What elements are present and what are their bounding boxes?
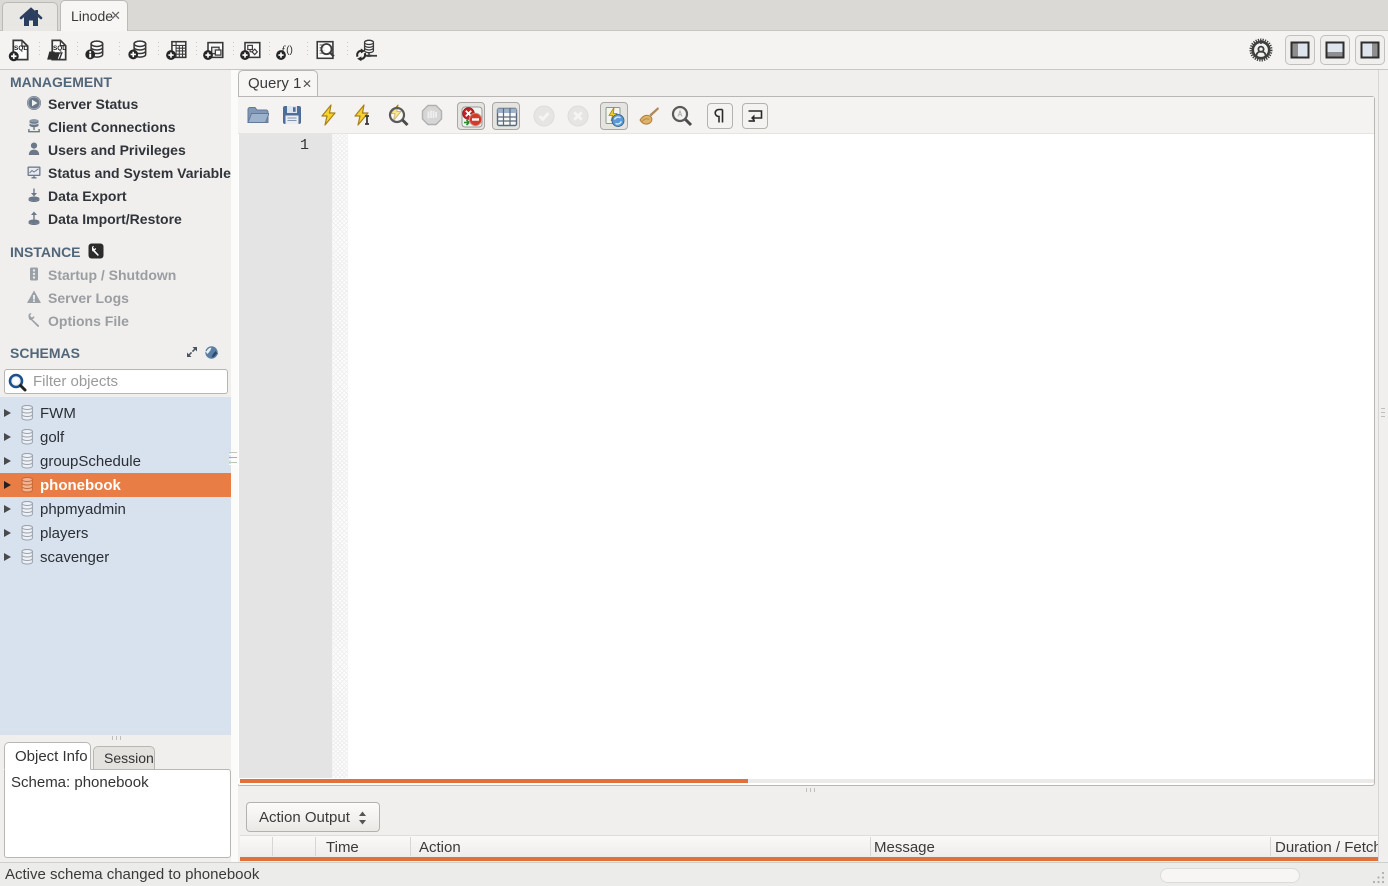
svg-text:SQL: SQL bbox=[53, 45, 66, 52]
svg-text:(): () bbox=[286, 45, 293, 56]
svg-text:SQL: SQL bbox=[14, 45, 27, 52]
